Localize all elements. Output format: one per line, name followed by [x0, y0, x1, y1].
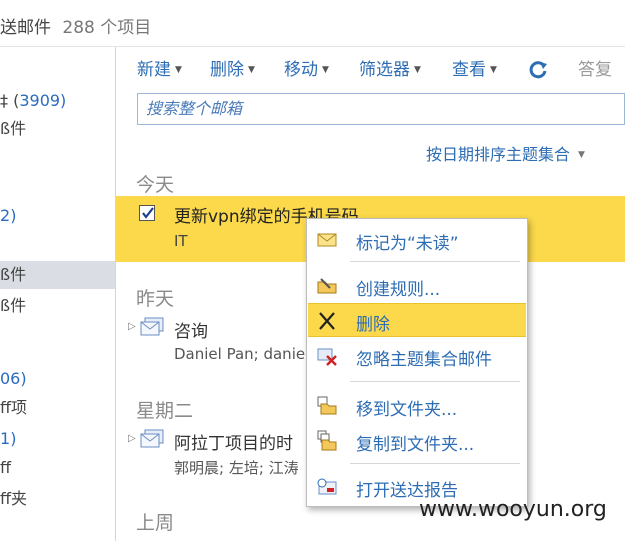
reply-button[interactable]: 答复 — [578, 58, 612, 82]
folder-item[interactable]: ff夹 — [0, 485, 115, 513]
message-sender: Daniel Pan; danie — [174, 345, 306, 363]
chevron-down-icon: ▼ — [322, 65, 329, 75]
folder-item[interactable]: ß件 — [0, 115, 115, 143]
folder-title: 送邮件 288 个项目 — [0, 13, 151, 38]
folder-rule-icon — [316, 275, 338, 297]
expand-arrow-icon[interactable]: ▷ — [128, 321, 136, 332]
folder-item[interactable]: 06) — [0, 365, 115, 393]
group-header-today: 今天 — [136, 174, 175, 196]
chevron-down-icon: ▼ — [578, 150, 585, 160]
folder-name: 送邮件 — [0, 18, 51, 38]
menu-item-label: 复制到文件夹... — [356, 435, 475, 455]
sort-dropdown[interactable]: 按日期排序主题集合 ▼ — [426, 141, 585, 165]
ignore-conversation-icon — [316, 345, 338, 367]
menu-item-create-rule[interactable]: 创建规则... — [308, 269, 526, 303]
message-checkbox[interactable] — [139, 205, 155, 221]
menu-item-delete[interactable]: 删除 — [308, 303, 526, 337]
menu-item-label: 删除 — [356, 315, 390, 335]
folder-item-selected[interactable]: ß件 — [0, 261, 115, 289]
menu-item-label: 忽略主题集合邮件 — [356, 350, 492, 370]
folder-item[interactable]: ff项 — [0, 394, 115, 422]
conversation-envelope-icon — [139, 428, 165, 450]
envelope-icon — [316, 229, 338, 251]
view-button[interactable]: 查看 ▼ — [452, 58, 497, 82]
chevron-down-icon: ▼ — [248, 65, 255, 75]
message-sender: IT — [174, 232, 188, 250]
delete-button[interactable]: 删除 ▼ — [210, 58, 255, 82]
message-subject: 阿拉丁项目的时 — [174, 434, 293, 454]
folder-item[interactable]: ff — [0, 454, 115, 482]
menu-separator — [350, 381, 520, 382]
folder-item[interactable]: ‡ (3909) — [0, 87, 115, 115]
folder-pane: ‡ (3909) ß件 2) ß件 ß件 06) ff项 1) ff ff夹 — [0, 47, 116, 541]
folder-item[interactable]: 2) — [0, 202, 115, 230]
filter-button[interactable]: 筛选器 ▼ — [359, 58, 421, 82]
move-to-folder-icon — [316, 395, 338, 417]
menu-item-ignore-conversation[interactable]: 忽略主题集合邮件 — [308, 339, 526, 373]
folder-item[interactable]: ß件 — [0, 292, 115, 320]
search-box[interactable] — [137, 93, 625, 125]
refresh-icon[interactable] — [528, 60, 548, 80]
chevron-down-icon: ▼ — [490, 65, 497, 75]
menu-separator — [350, 261, 520, 262]
conversation-envelope-icon — [139, 316, 165, 338]
item-count: 288 个项目 — [62, 18, 152, 38]
copy-to-folder-icon — [316, 430, 338, 452]
move-button[interactable]: 移动 ▼ — [284, 58, 329, 82]
menu-item-label: 标记为“未读” — [356, 234, 459, 254]
group-header-last-week: 上周 — [136, 512, 175, 534]
message-subject: 咨询 — [174, 322, 208, 342]
delete-x-icon — [316, 310, 338, 332]
menu-separator — [350, 463, 520, 464]
menu-item-label: 移到文件夹... — [356, 400, 458, 420]
new-button[interactable]: 新建 ▼ — [137, 58, 182, 82]
menu-item-label: 创建规则... — [356, 280, 441, 300]
delivery-report-icon — [316, 476, 338, 498]
context-menu: 标记为“未读” 创建规则... 删除 忽略主题集合邮件 移到文件夹... 复制到… — [306, 218, 528, 507]
group-header-tuesday: 星期二 — [136, 400, 194, 422]
search-input[interactable] — [138, 94, 624, 122]
expand-arrow-icon[interactable]: ▷ — [128, 433, 136, 444]
folder-item[interactable]: 1) — [0, 425, 115, 453]
menu-item-move-to-folder[interactable]: 移到文件夹... — [308, 389, 526, 423]
chevron-down-icon: ▼ — [414, 65, 421, 75]
group-header-yesterday: 昨天 — [136, 288, 175, 310]
watermark-text: www.wooyun.org — [419, 497, 607, 522]
message-sender: 郭明晨; 左培; 江涛 — [174, 459, 299, 477]
menu-item-copy-to-folder[interactable]: 复制到文件夹... — [308, 424, 526, 458]
menu-item-mark-unread[interactable]: 标记为“未读” — [308, 223, 526, 257]
chevron-down-icon: ▼ — [175, 65, 182, 75]
